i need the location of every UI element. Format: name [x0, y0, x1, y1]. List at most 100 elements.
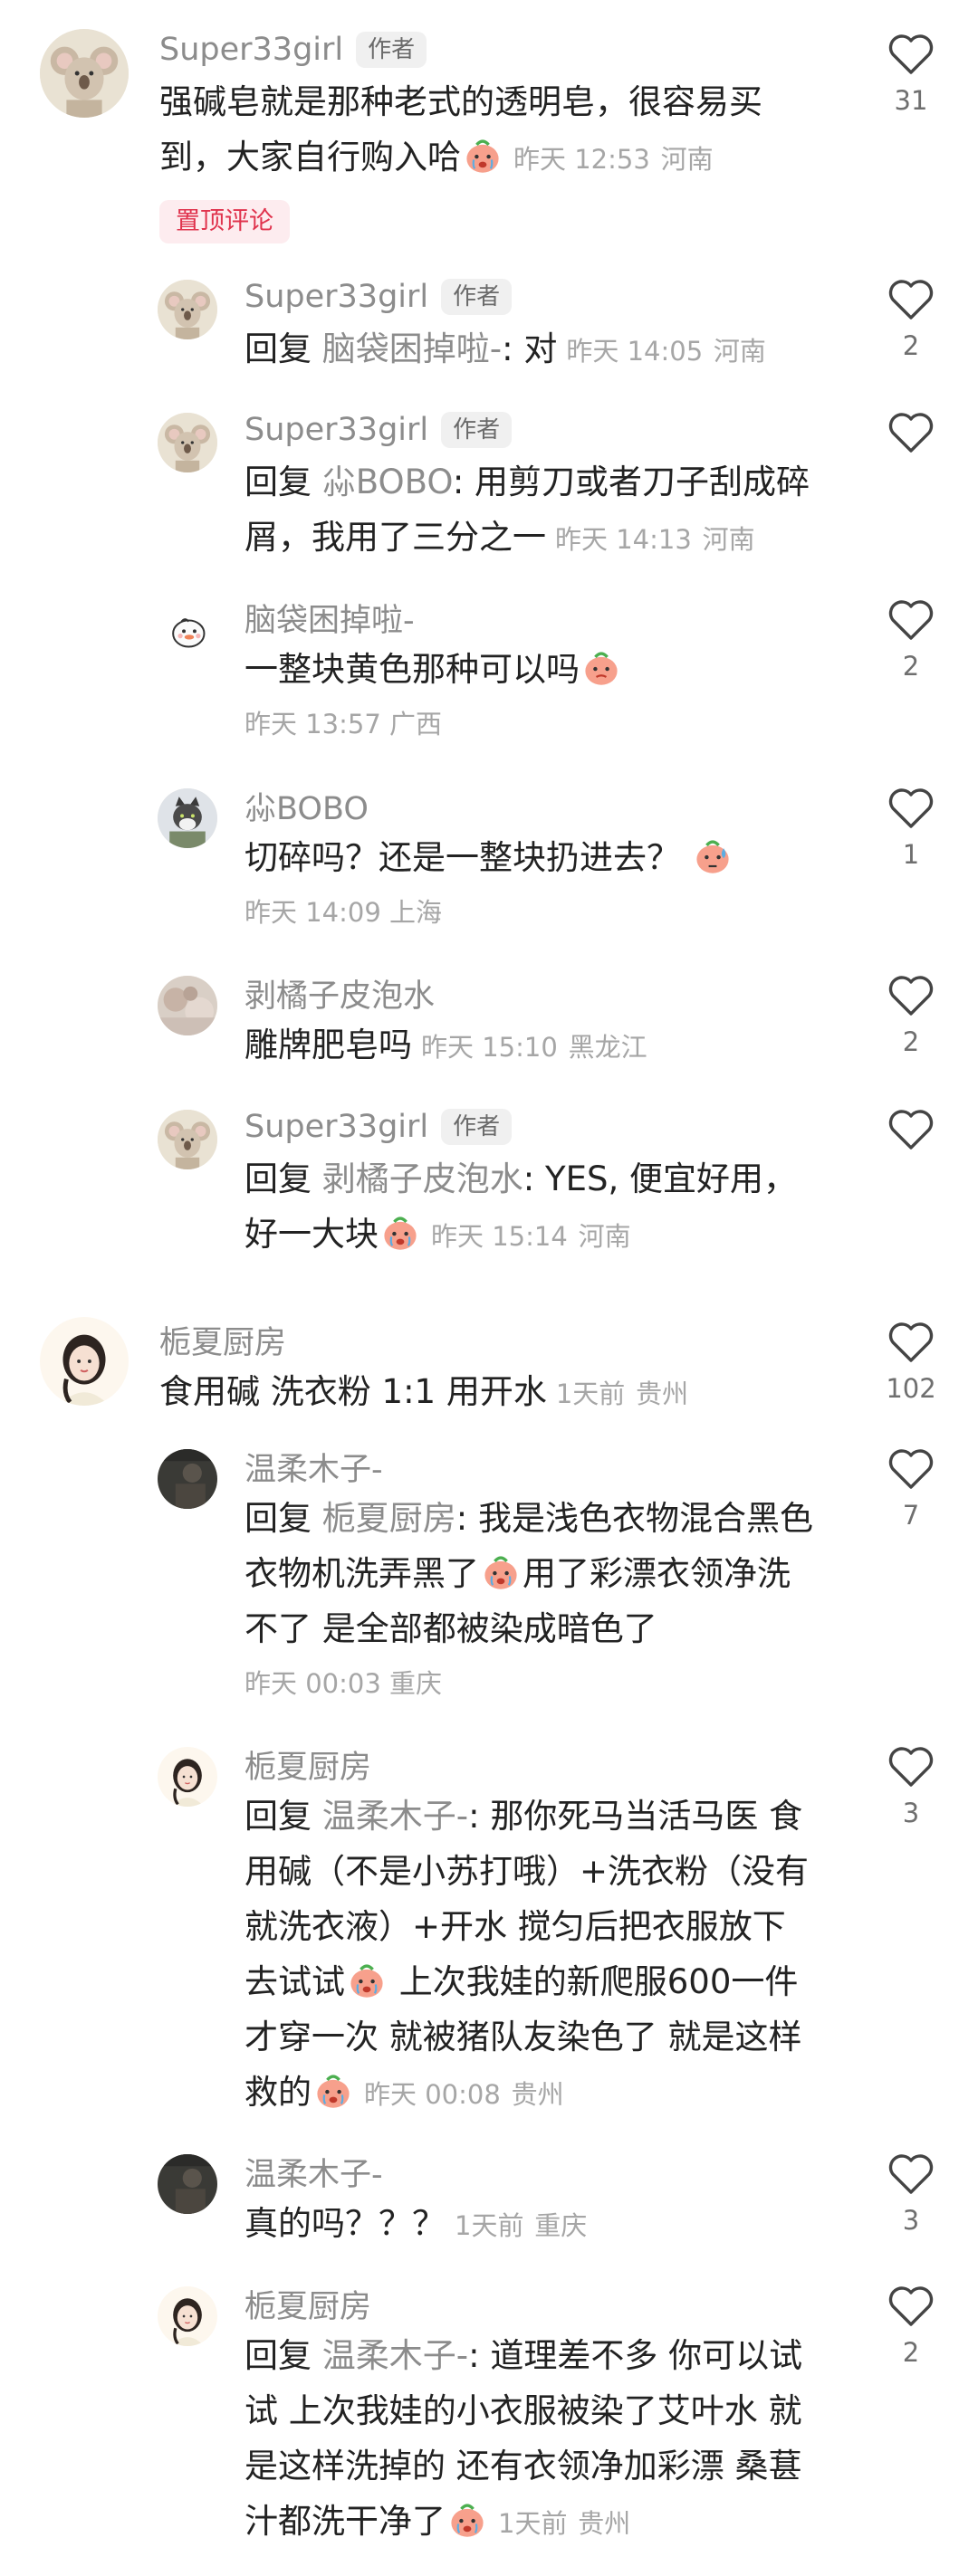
comment-time: 昨天 14:13: [555, 524, 692, 555]
comment-body: 温柔木子- 回复 栀夏厨房: 我是浅色衣物混合黑色 衣物机洗弄黑了 用了彩漂衣领净…: [244, 1444, 851, 1712]
reply-to-name[interactable]: 脑袋困掉啦-: [322, 329, 502, 368]
dark-photo-avatar[interactable]: [158, 1449, 217, 1509]
girl-avatar[interactable]: [158, 2286, 217, 2346]
reply-to-name[interactable]: 剥橘子皮泡水: [322, 1159, 523, 1198]
author-badge: 作者: [441, 279, 513, 315]
like-button[interactable]: 1: [875, 787, 947, 870]
commenter-name[interactable]: 温柔木子-: [244, 1444, 383, 1490]
crying-peach-emoji: [313, 2071, 353, 2111]
dark-photo-avatar[interactable]: [158, 2154, 217, 2214]
comment-body: Super33girl 作者 强碱皂就是那种老式的透明皂，很容易买 到，大家自行…: [159, 27, 851, 243]
comment-time: 昨天 00:08: [364, 2079, 501, 2110]
sweat-peach-emoji: [693, 836, 733, 876]
reply-to-name[interactable]: 温柔木子-: [322, 2336, 468, 2375]
like-count: 2: [902, 330, 920, 361]
peach-emoji: [581, 648, 621, 688]
girl-avatar[interactable]: [40, 1317, 129, 1406]
comment-text[interactable]: 一整块黄色那种可以吗 昨天 13:57 广西: [244, 642, 851, 752]
comment-body: 脑袋困掉啦- 一整块黄色那种可以吗 昨天 13:57 广西: [244, 595, 851, 752]
comment-text[interactable]: 回复 剥橘子皮泡水: YES, 便宜好用， 好一大块 昨天 15:14 河南: [244, 1151, 851, 1264]
like-button[interactable]: 2: [875, 278, 947, 361]
koala-avatar[interactable]: [40, 29, 129, 118]
pinned-comment-badge: 置顶评论: [159, 200, 290, 243]
comment-text[interactable]: 食用碱 洗衣粉 1:1 用开水 1天前 贵州: [159, 1364, 851, 1422]
comment-body: 栀夏厨房 回复 温柔木子-: 道理差不多 你可以试 试 上次我娃的小衣服被染了艾…: [244, 2281, 851, 2552]
comment-location: 广西: [389, 709, 443, 739]
koala-avatar[interactable]: [158, 280, 217, 339]
reply-to-name[interactable]: 温柔木子-: [322, 1797, 468, 1836]
like-count: 31: [894, 85, 928, 116]
reply-to-name[interactable]: 栀夏厨房: [322, 1499, 456, 1538]
bird-avatar[interactable]: [158, 600, 217, 660]
comment-location: 重庆: [389, 1668, 443, 1699]
koala-avatar[interactable]: [158, 413, 217, 472]
comment-body: Super33girl 作者 回复 剥橘子皮泡水: YES, 便宜好用， 好一大…: [244, 1104, 851, 1264]
koala-avatar[interactable]: [158, 1110, 217, 1169]
comment-text[interactable]: 回复 栀夏厨房: 我是浅色衣物混合黑色 衣物机洗弄黑了 用了彩漂衣领净洗 不了 是…: [244, 1491, 851, 1712]
heart-icon: [888, 413, 934, 453]
comment-text[interactable]: 回复 脑袋困掉啦-: 对昨天 14:05 河南: [244, 321, 851, 379]
commenter-name[interactable]: Super33girl: [244, 412, 428, 448]
comment-body: 剥橘子皮泡水 雕牌肥皂吗 昨天 15:10 黑龙江: [244, 970, 851, 1075]
like-button[interactable]: 102: [875, 1321, 947, 1404]
comment-text[interactable]: 回复 温柔木子-: 道理差不多 你可以试 试 上次我娃的小衣服被染了艾叶水 就 …: [244, 2328, 851, 2552]
crying-peach-emoji: [380, 1213, 420, 1253]
comment-body: Super33girl 作者 回复 脑袋困掉啦-: 对昨天 14:05 河南: [244, 274, 851, 379]
comment-time: 1天前: [555, 1379, 626, 1409]
like-button[interactable]: 31: [875, 33, 947, 116]
heart-icon: [888, 600, 934, 640]
comment-body: 温柔木子- 真的吗？？？ 1天前 重庆: [244, 2149, 851, 2254]
comment-body: 尛BOBO 切碎吗？还是一整块扔进去？ 昨天 14:09 上海: [244, 783, 851, 940]
heart-icon: [888, 1322, 934, 1362]
commenter-name[interactable]: 栀夏厨房: [244, 2281, 371, 2327]
like-button[interactable]: 2: [875, 2285, 947, 2368]
comment-text[interactable]: 切碎吗？还是一整块扔进去？ 昨天 14:09 上海: [244, 830, 851, 940]
author-badge: 作者: [441, 1109, 513, 1145]
author-badge: 作者: [356, 32, 427, 68]
like-button[interactable]: [875, 1108, 947, 1160]
commenter-name[interactable]: Super33girl: [244, 279, 428, 315]
like-count: 102: [886, 1373, 936, 1404]
like-count: 3: [902, 1798, 920, 1828]
comment-thread: Super33girl 作者 强碱皂就是那种老式的透明皂，很容易买 到，大家自行…: [0, 0, 978, 2576]
comment-location: 河南: [713, 336, 766, 367]
comment-text[interactable]: 强碱皂就是那种老式的透明皂，很容易买 到，大家自行购入哈 昨天 12:53 河南: [159, 74, 851, 187]
like-count: 1: [902, 839, 920, 870]
blur-photo-avatar[interactable]: [158, 976, 217, 1035]
like-button[interactable]: 7: [875, 1447, 947, 1531]
reply-to-name[interactable]: 尛BOBO: [322, 463, 453, 501]
comment-location: 河南: [660, 144, 714, 175]
comment-location: 贵州: [511, 2079, 564, 2110]
commenter-name[interactable]: 栀夏厨房: [244, 1741, 371, 1788]
comment-time: 昨天 12:53: [513, 144, 650, 175]
like-button[interactable]: 3: [875, 1745, 947, 1828]
like-button[interactable]: 2: [875, 974, 947, 1057]
comment-text[interactable]: 回复 尛BOBO: 用剪刀或者刀子刮成碎 屑，我用了三分之一 昨天 14:13 河…: [244, 454, 851, 568]
comment-location: 黑龙江: [568, 1032, 647, 1063]
heart-icon: [888, 2286, 934, 2326]
commenter-name[interactable]: 温柔木子-: [244, 2149, 383, 2195]
comment-body: 栀夏厨房 食用碱 洗衣粉 1:1 用开水 1天前 贵州: [159, 1317, 851, 1422]
like-button[interactable]: 3: [875, 2152, 947, 2236]
commenter-name[interactable]: Super33girl: [159, 32, 343, 68]
commenter-name[interactable]: 尛BOBO: [244, 783, 369, 829]
like-button[interactable]: [875, 411, 947, 463]
comment-location: 贵州: [578, 2508, 631, 2539]
girl-avatar[interactable]: [158, 1747, 217, 1807]
heart-icon: [888, 976, 934, 1016]
crying-peach-emoji: [463, 136, 503, 176]
cat-avatar[interactable]: [158, 788, 217, 848]
commenter-name[interactable]: 栀夏厨房: [159, 1317, 286, 1363]
comment-time: 1天前: [455, 2210, 524, 2241]
like-button[interactable]: 2: [875, 598, 947, 682]
commenter-name[interactable]: Super33girl: [244, 1109, 428, 1145]
crying-peach-emoji: [481, 1552, 521, 1592]
comment-time: 昨天 13:57: [244, 709, 381, 739]
heart-icon: [888, 788, 934, 828]
commenter-name[interactable]: 剥橘子皮泡水: [244, 970, 435, 1016]
comment-text[interactable]: 回复 温柔木子-: 那你死马当活马医 食 用碱（不是小苏打哦）+洗衣粉（没有 就…: [244, 1789, 851, 2123]
author-badge: 作者: [441, 412, 513, 448]
comment-text[interactable]: 雕牌肥皂吗 昨天 15:10 黑龙江: [244, 1017, 851, 1075]
comment-text[interactable]: 真的吗？？？ 1天前 重庆: [244, 2196, 851, 2254]
commenter-name[interactable]: 脑袋困掉啦-: [244, 595, 415, 641]
